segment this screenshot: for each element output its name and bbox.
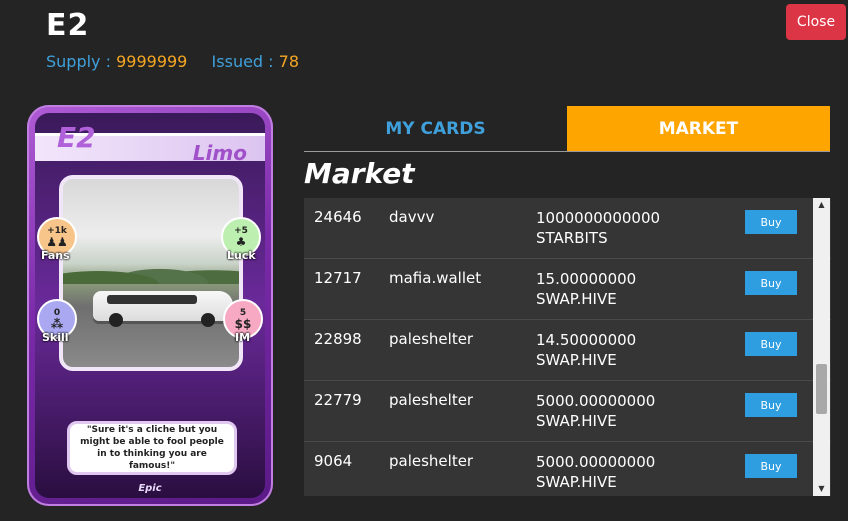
skill-stat-label: Skill xyxy=(42,331,69,344)
market-listings: 24646 davvv 1000000000000 STARBITS Buy 12… xyxy=(304,198,831,496)
scroll-thumb[interactable] xyxy=(816,364,827,414)
listing-id: 9064 xyxy=(314,452,353,470)
luck-stat-label: Luck xyxy=(227,249,256,262)
listing-seller: paleshelter xyxy=(389,391,474,409)
buy-button[interactable]: Buy xyxy=(745,271,797,295)
supply-line: Supply : 9999999 Issued : 78 xyxy=(46,52,299,71)
card-rarity: Epic xyxy=(138,483,162,494)
close-button[interactable]: Close xyxy=(786,4,846,40)
listing-id: 24646 xyxy=(314,208,362,226)
card-name: Limo xyxy=(192,141,247,165)
tab-market[interactable]: MARKET xyxy=(567,106,830,151)
page-title: E2 xyxy=(46,8,90,43)
limo-picture xyxy=(93,291,233,327)
listing-seller: paleshelter xyxy=(389,330,474,348)
im-stat-label: IM xyxy=(235,331,251,344)
listing-price: 5000.00000000 SWAP.HIVE xyxy=(536,392,656,430)
buy-button[interactable]: Buy xyxy=(745,454,797,478)
supply-value: 9999999 xyxy=(116,52,188,71)
table-row: 22898 paleshelter 14.50000000 SWAP.HIVE B… xyxy=(304,320,831,381)
listing-id: 22898 xyxy=(314,330,362,348)
buy-button[interactable]: Buy xyxy=(745,332,797,356)
card-photo xyxy=(59,175,243,371)
issued-label: Issued : xyxy=(211,52,274,71)
tab-my-cards[interactable]: MY CARDS xyxy=(304,106,567,151)
issued-value: 78 xyxy=(278,52,300,71)
listing-seller: mafia.wallet xyxy=(389,269,482,287)
table-row: 22779 paleshelter 5000.00000000 SWAP.HIVE… xyxy=(304,381,831,442)
market-scrollbar[interactable]: ▲ ▼ xyxy=(813,198,830,496)
table-row: 12717 mafia.wallet 15.00000000 SWAP.HIVE … xyxy=(304,259,831,320)
trees-background xyxy=(63,254,239,284)
listing-seller: davvv xyxy=(389,208,435,226)
tab-bar: MY CARDS MARKET xyxy=(304,106,830,152)
card-image: E2 Limo +1k ♟♟ Fans +5 ♣ Luck 0 ⁂ Skill xyxy=(27,105,273,506)
listing-price: 1000000000000 STARBITS xyxy=(536,209,661,247)
table-row: 24646 davvv 1000000000000 STARBITS Buy xyxy=(304,198,831,259)
listing-id: 12717 xyxy=(314,269,362,287)
card-quote: "Sure it's a cliche but you might be abl… xyxy=(67,421,237,475)
buy-button[interactable]: Buy xyxy=(745,210,797,234)
table-row: 9064 paleshelter 5000.00000000 SWAP.HIVE … xyxy=(304,442,831,496)
card-frame: E2 Limo +1k ♟♟ Fans +5 ♣ Luck 0 ⁂ Skill xyxy=(35,113,265,498)
listing-seller: paleshelter xyxy=(389,452,474,470)
scroll-down-arrow-icon[interactable]: ▼ xyxy=(813,482,830,496)
supply-label: Supply : xyxy=(46,52,111,71)
listing-price: 5000.00000000 SWAP.HIVE xyxy=(536,453,656,491)
fans-stat-label: Fans xyxy=(41,249,70,262)
buy-button[interactable]: Buy xyxy=(745,393,797,417)
card-code: E2 xyxy=(57,121,96,154)
scroll-up-arrow-icon[interactable]: ▲ xyxy=(813,198,830,212)
listing-id: 22779 xyxy=(314,391,362,409)
market-heading: Market xyxy=(304,157,415,190)
listing-price: 14.50000000 SWAP.HIVE xyxy=(536,331,637,369)
listing-price: 15.00000000 SWAP.HIVE xyxy=(536,270,637,308)
